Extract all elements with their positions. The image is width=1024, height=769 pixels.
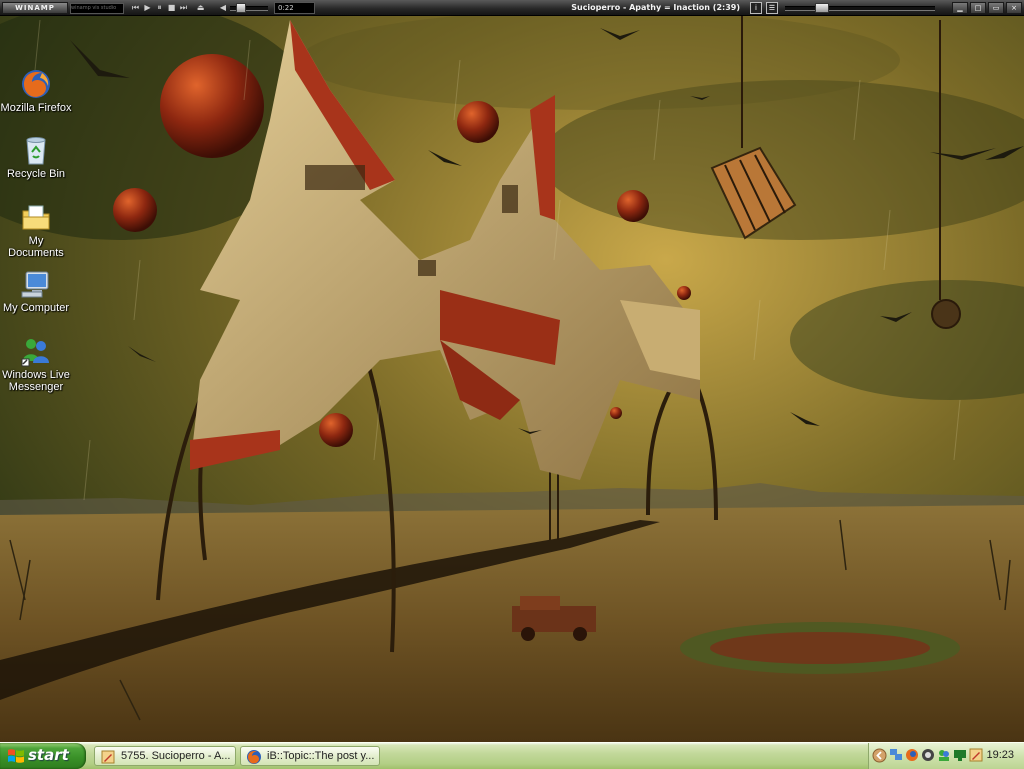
volume-slider-knob[interactable] (236, 3, 246, 13)
shade-icon[interactable]: ▭ (988, 2, 1004, 14)
desktop-icon-label: Recycle Bin (6, 168, 66, 180)
desktop-icon-label: Windows Live Messenger (2, 369, 70, 393)
winamp-visualizer[interactable]: winamp vis studio (70, 3, 124, 14)
eject-icon[interactable]: ⏏ (196, 2, 205, 13)
clock: 19:23 (986, 749, 1014, 761)
messenger-icon (21, 339, 49, 367)
firefox-icon (247, 750, 261, 764)
winamp-player-bar: WINAMP winamp vis studio ⏮ ▶ ⏸ ■ ⏭ ⏏ ◀ 0… (0, 0, 1024, 16)
taskbar-task-title: iB::Topic::The post y... (267, 750, 375, 762)
my-documents-icon (22, 205, 50, 230)
start-button[interactable]: start (0, 743, 86, 769)
monitor-icon[interactable] (953, 748, 967, 762)
desktop-icon-recycle-bin[interactable]: Recycle Bin (0, 134, 72, 180)
my-computer-icon (21, 271, 49, 298)
play-icon[interactable]: ▶ (143, 2, 152, 13)
windows-flag-icon (8, 749, 24, 763)
seek-bar[interactable] (785, 6, 935, 11)
start-label: start (28, 746, 69, 764)
playlist-icon[interactable]: ☰ (766, 2, 778, 14)
minimize-icon[interactable]: ▁ (952, 2, 968, 14)
desktop-icon-my-documents[interactable]: My Documents (0, 201, 72, 259)
restore-icon[interactable]: □ (970, 2, 986, 14)
network-icon[interactable] (889, 748, 903, 762)
elapsed-time: 0:22 (274, 2, 315, 14)
next-track-icon[interactable]: ⏭ (179, 2, 188, 13)
info-icon[interactable]: i (750, 2, 762, 14)
volume-icon: ◀ (219, 3, 227, 12)
stop-icon[interactable]: ■ (167, 2, 176, 13)
desktop-icon-messenger[interactable]: Windows Live Messenger (0, 335, 72, 393)
desktop: WINAMP winamp vis studio ⏮ ▶ ⏸ ■ ⏭ ⏏ ◀ 0… (0, 0, 1024, 742)
desktop-icon-my-computer[interactable]: My Computer (0, 268, 72, 314)
taskbar-task-2[interactable]: iB::Topic::The post y... (240, 746, 380, 766)
close-icon[interactable]: × (1006, 2, 1022, 14)
messenger-icon[interactable] (937, 748, 951, 762)
track-title: Sucioperro - Apathy = Inaction (2:39) (571, 3, 740, 12)
system-tray: 19:23 (868, 743, 1024, 769)
taskbar-task-1[interactable]: 5755. Sucioperro - A... (94, 746, 236, 766)
desktop-icon-label: My Documents (8, 235, 64, 259)
previous-track-icon[interactable]: ⏮ (131, 2, 140, 13)
seek-bar-knob[interactable] (815, 3, 829, 13)
tray-expand-icon[interactable] (872, 748, 887, 763)
pencil-icon (101, 750, 115, 764)
taskbar: start 5755. Sucioperro - A... iB::Topic:… (0, 742, 1024, 769)
taskbar-task-title: 5755. Sucioperro - A... (121, 750, 231, 762)
desktop-icon-firefox[interactable]: Mozilla Firefox (0, 68, 72, 114)
firefox-icon (22, 70, 50, 98)
winamp-logo[interactable]: WINAMP (2, 2, 68, 14)
security-icon[interactable] (921, 748, 935, 762)
desktop-icon-label: My Computer (2, 302, 70, 314)
recycle-bin-icon (26, 137, 46, 165)
wallpaper (0, 0, 1024, 742)
firefox-icon[interactable] (905, 748, 919, 762)
red-sphere (160, 54, 264, 158)
desktop-icon-label: Mozilla Firefox (0, 102, 72, 114)
pause-icon[interactable]: ⏸ (155, 2, 164, 13)
pencil-icon[interactable] (969, 748, 983, 762)
